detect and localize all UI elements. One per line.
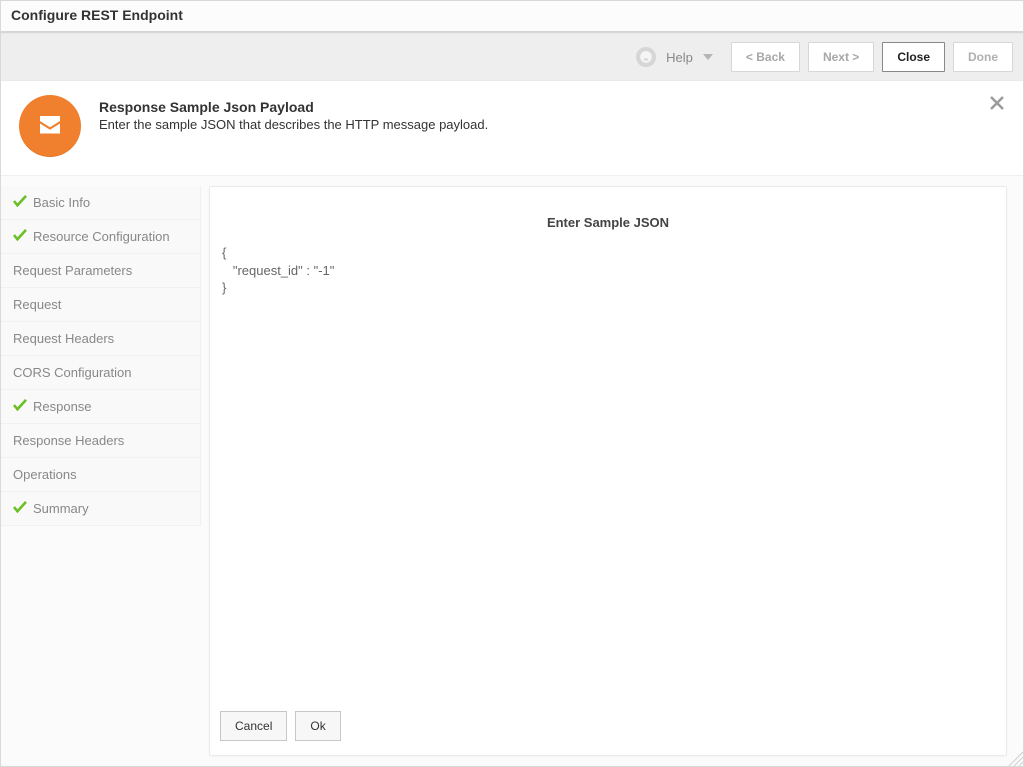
check-icon — [13, 501, 27, 516]
close-button[interactable]: Close — [882, 42, 945, 72]
wizard-sidebar: Basic Info Resource Configuration Reques… — [1, 186, 201, 756]
sidebar-item-request-parameters[interactable]: Request Parameters — [1, 254, 201, 288]
sidebar-item-label: CORS Configuration — [13, 365, 132, 380]
dialog-title: Configure REST Endpoint — [1, 1, 1023, 32]
next-button[interactable]: Next > — [808, 42, 874, 72]
sidebar-item-resource-configuration[interactable]: Resource Configuration — [1, 220, 201, 254]
sidebar-item-request[interactable]: Request — [1, 288, 201, 322]
check-icon — [13, 195, 27, 210]
sidebar-item-label: Response — [33, 399, 92, 414]
ok-button[interactable]: Ok — [295, 711, 340, 741]
sidebar-item-basic-info[interactable]: Basic Info — [1, 186, 201, 220]
sidebar-item-label: Response Headers — [13, 433, 124, 448]
sidebar-item-label: Request Headers — [13, 331, 114, 346]
help-icon — [636, 47, 656, 67]
help-menu[interactable]: Help — [636, 47, 713, 67]
sidebar-item-operations[interactable]: Operations — [1, 458, 201, 492]
sidebar-item-cors-configuration[interactable]: CORS Configuration — [1, 356, 201, 390]
sidebar-item-label: Request Parameters — [13, 263, 132, 278]
card-heading: Enter Sample JSON — [210, 187, 1006, 236]
header-subtitle: Enter the sample JSON that describes the… — [99, 117, 488, 132]
sidebar-item-label: Request — [13, 297, 61, 312]
dialog-window: Configure REST Endpoint Help < Back Next… — [0, 0, 1024, 767]
chevron-down-icon — [703, 54, 713, 60]
toolbar: Help < Back Next > Close Done — [1, 34, 1023, 81]
sidebar-item-label: Basic Info — [33, 195, 90, 210]
sidebar-item-response-headers[interactable]: Response Headers — [1, 424, 201, 458]
endpoint-icon — [19, 95, 81, 157]
check-icon — [13, 399, 27, 414]
json-input[interactable] — [220, 240, 996, 691]
sidebar-item-request-headers[interactable]: Request Headers — [1, 322, 201, 356]
sidebar-item-label: Summary — [33, 501, 89, 516]
cancel-button[interactable]: Cancel — [220, 711, 287, 741]
done-button[interactable]: Done — [953, 42, 1013, 72]
header-title: Response Sample Json Payload — [99, 99, 488, 115]
close-icon[interactable] — [989, 95, 1005, 114]
sidebar-item-label: Resource Configuration — [33, 229, 170, 244]
sidebar-item-label: Operations — [13, 467, 77, 482]
sidebar-item-response[interactable]: Response — [1, 390, 201, 424]
card-footer: Cancel Ok — [210, 701, 1006, 755]
resize-grip-icon[interactable] — [1005, 748, 1023, 766]
main-card: Enter Sample JSON Cancel Ok — [209, 186, 1007, 756]
sidebar-item-summary[interactable]: Summary — [1, 492, 201, 526]
header-panel: Response Sample Json Payload Enter the s… — [1, 81, 1023, 176]
back-button[interactable]: < Back — [731, 42, 800, 72]
check-icon — [13, 229, 27, 244]
body: Basic Info Resource Configuration Reques… — [1, 176, 1023, 766]
help-label: Help — [666, 50, 693, 65]
